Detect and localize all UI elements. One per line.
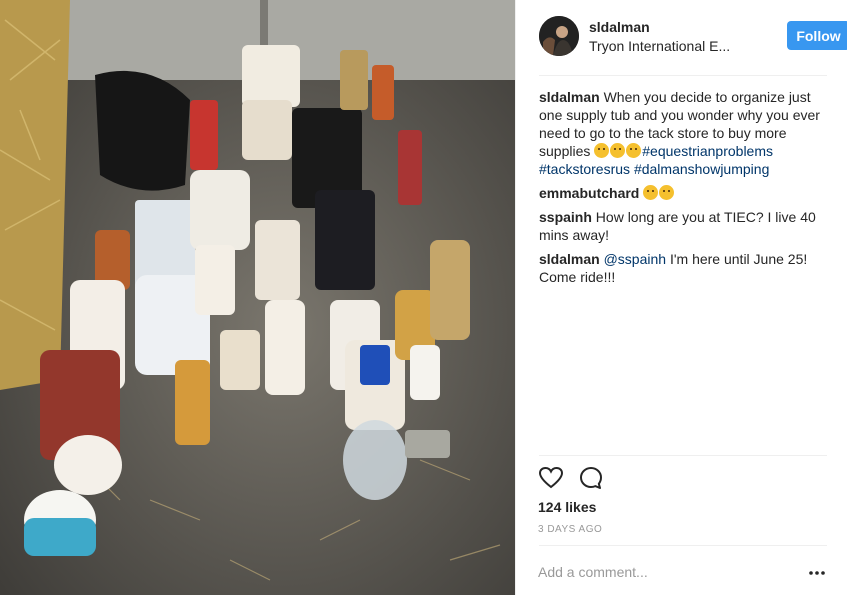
hashtag-link[interactable]: #tackstoresrus [539, 161, 630, 177]
post-header: sldalman Tryon International E... Follow [539, 16, 847, 58]
caption: sldalman When you decide to organize jus… [539, 88, 829, 178]
post-timestamp[interactable]: 3 DAYS AGO [538, 524, 602, 535]
header-divider [539, 75, 827, 76]
post-photo[interactable] [0, 0, 515, 595]
comments-list: sldalman When you decide to organize jus… [539, 88, 829, 292]
laughing-emoji-icon [643, 185, 659, 200]
comment-username[interactable]: sspainh [539, 209, 592, 225]
mention-link[interactable]: @sspainh [604, 251, 666, 267]
user-avatar[interactable] [539, 16, 579, 56]
composer-divider [539, 545, 827, 546]
hashtag-link[interactable]: #equestrianproblems [642, 143, 773, 159]
comment-item: sldalman @sspainh I'm here until June 25… [539, 250, 829, 286]
heart-icon[interactable] [538, 465, 564, 491]
action-bar [538, 465, 618, 491]
actions-divider [539, 455, 827, 456]
likes-count[interactable]: 124 likes [538, 499, 596, 515]
laughing-emoji-icon [659, 185, 675, 200]
header-username[interactable]: sldalman [589, 19, 650, 35]
caption-username[interactable]: sldalman [539, 89, 600, 105]
speech-bubble-icon[interactable] [578, 465, 604, 491]
follow-button[interactable]: Follow [787, 21, 847, 50]
comment-username[interactable]: sldalman [539, 251, 600, 267]
comment-input[interactable]: Add a comment... [538, 564, 788, 580]
hashtag-link[interactable]: #dalmanshowjumping [634, 161, 769, 177]
comment-item: emmabutchard [539, 184, 829, 202]
header-location[interactable]: Tryon International E... [589, 38, 741, 54]
flushed-emoji-icon [610, 143, 626, 158]
thinking-emoji-icon [594, 143, 610, 158]
comment-username[interactable]: emmabutchard [539, 185, 639, 201]
more-options-icon[interactable] [808, 566, 826, 578]
comment-item: sspainh How long are you at TIEC? I live… [539, 208, 829, 244]
flushed-emoji-icon [626, 143, 642, 158]
